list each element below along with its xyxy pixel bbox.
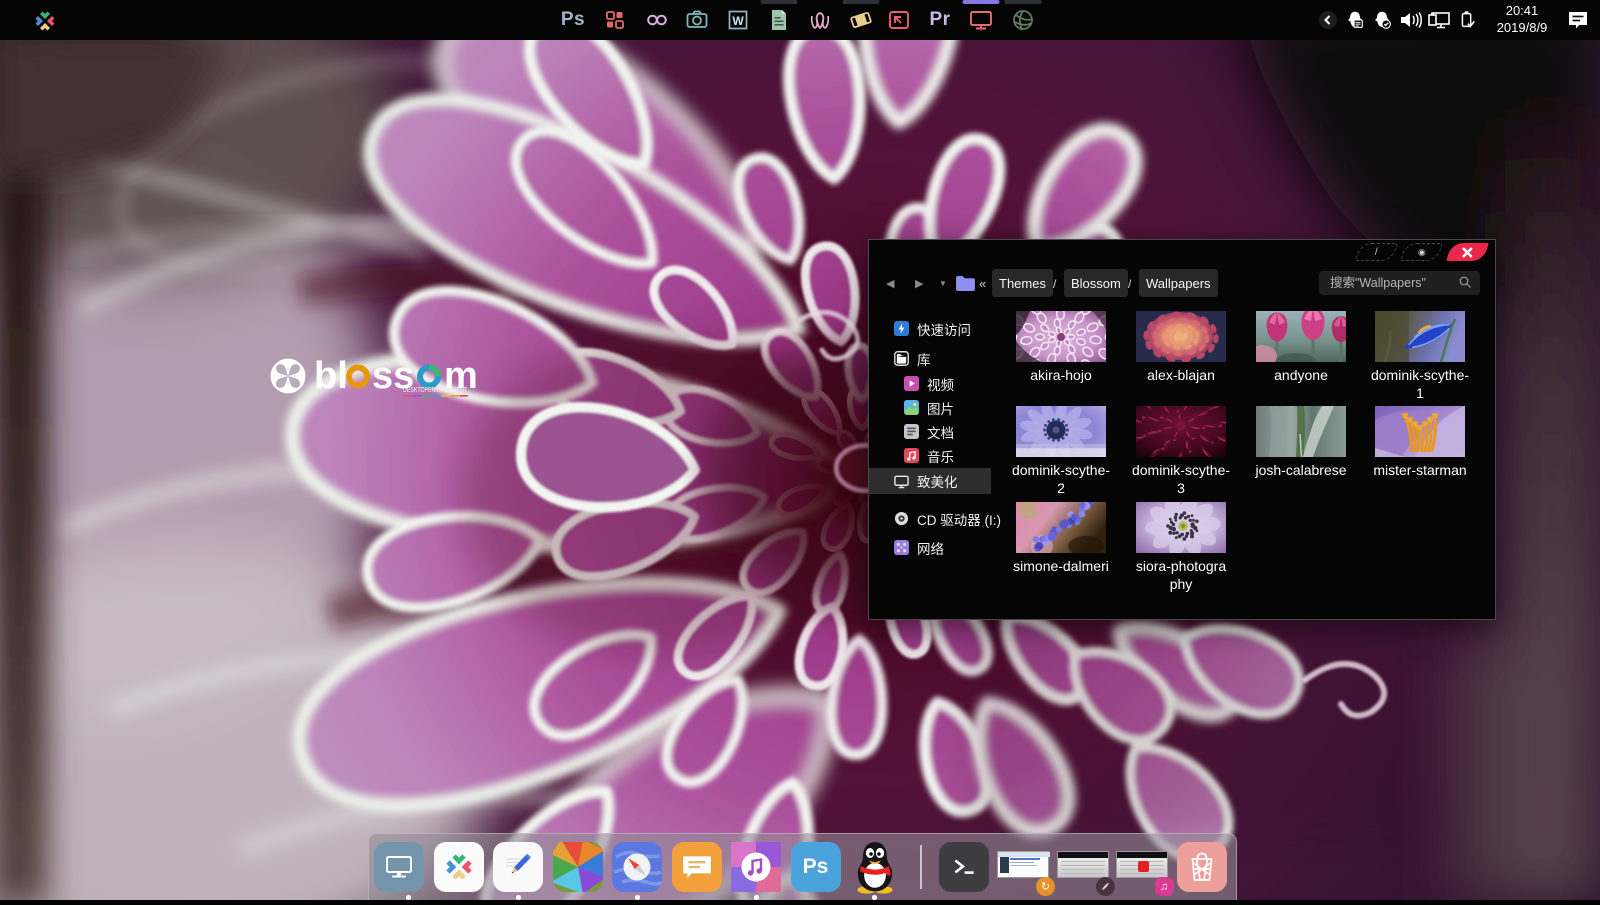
svg-text:bl: bl bbox=[314, 355, 348, 397]
svg-text:W: W bbox=[732, 14, 744, 28]
svg-text:DESKTOPENVIRONMENT: DESKTOPENVIRONMENT bbox=[403, 387, 468, 394]
